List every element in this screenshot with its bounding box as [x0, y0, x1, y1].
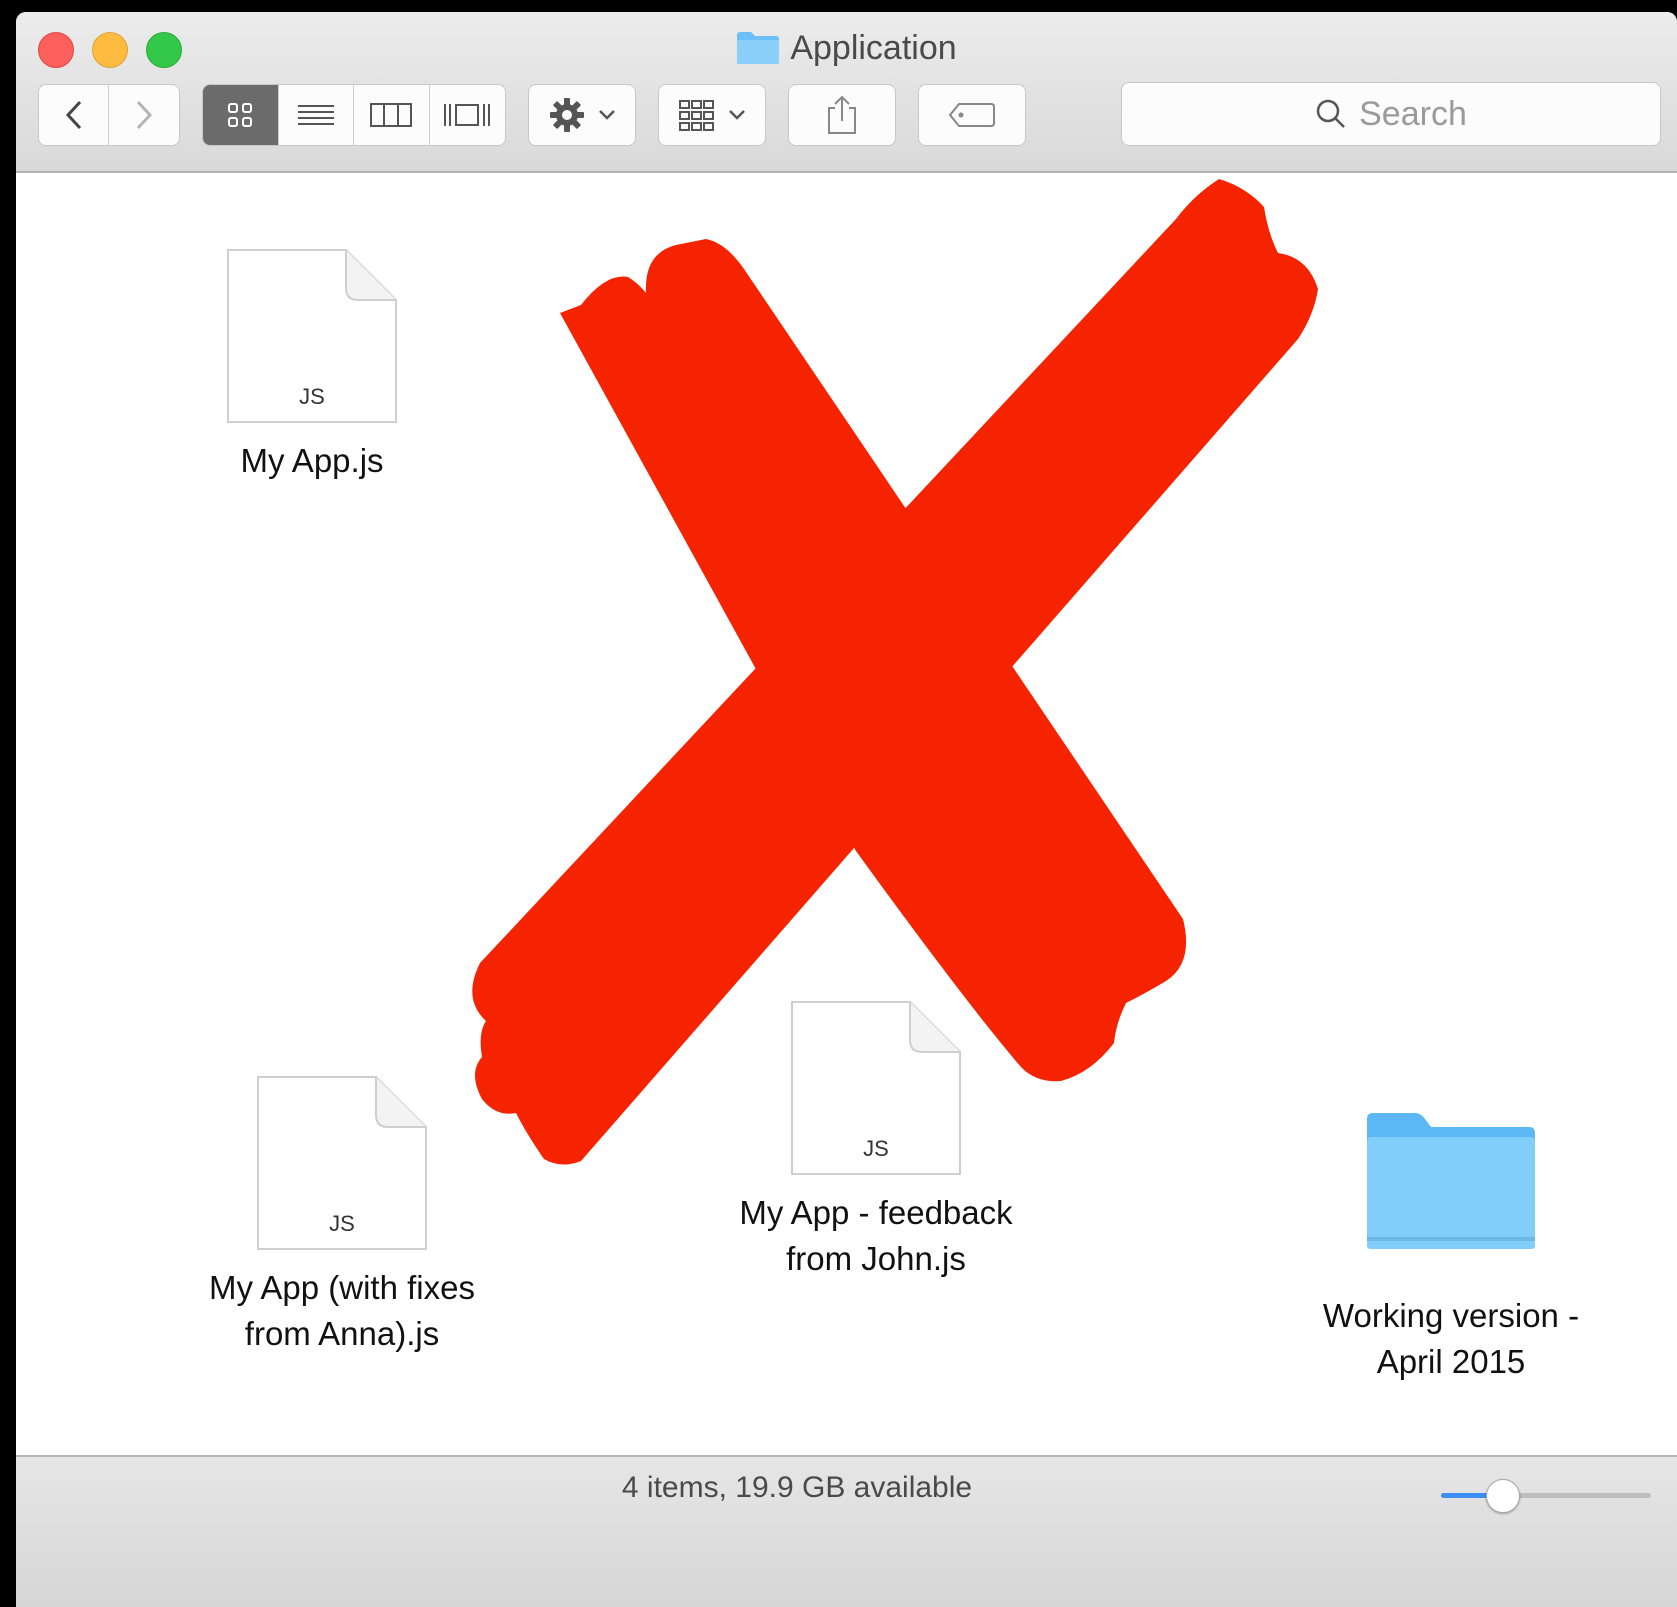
back-button[interactable] [39, 85, 109, 145]
file-name: My App - feedback from John.js [739, 1194, 1013, 1277]
file-item[interactable]: JS My App (with fixes from Anna).js [172, 1075, 512, 1357]
file-item[interactable]: JS My App - feedback from John.js [706, 1000, 1046, 1282]
nav-buttons [38, 84, 180, 146]
view-mode-control [202, 84, 506, 146]
list-icon [297, 105, 334, 125]
columns-icon [370, 103, 413, 127]
finder-window: Application Search JS My App.js JS My Ap… [16, 12, 1677, 1607]
file-name: My App.js [240, 442, 384, 479]
search-icon [1316, 99, 1346, 128]
action-menu-button[interactable] [528, 84, 636, 146]
file-extension-label: JS [863, 1136, 889, 1161]
tag-icon [948, 103, 995, 127]
share-button[interactable] [788, 84, 896, 146]
folder-icon [737, 32, 780, 64]
folder-item[interactable]: Working version - April 2015 [1301, 1111, 1601, 1385]
chevron-down-icon [729, 110, 745, 120]
folder-name: Working version - April 2015 [1322, 1297, 1580, 1380]
cover-flow-button[interactable] [430, 85, 506, 145]
icon-size-slider[interactable] [1441, 1479, 1651, 1513]
column-view-button[interactable] [354, 85, 430, 145]
toolbar: Application Search [16, 12, 1677, 173]
arrange-menu-button[interactable] [658, 84, 766, 146]
status-bar: 4 items, 19.9 GB available [16, 1455, 1677, 1607]
cover-flow-icon [444, 104, 491, 126]
slider-thumb[interactable] [1485, 1479, 1520, 1513]
chevron-down-icon [599, 110, 615, 120]
search-placeholder: Search [1359, 94, 1467, 133]
list-view-button[interactable] [279, 85, 354, 145]
file-area: JS My App.js JS My App (with fixes from … [16, 173, 1677, 1455]
js-file-icon: JS [790, 1000, 962, 1176]
chevron-right-icon [136, 100, 153, 130]
gear-icon [550, 98, 584, 132]
forward-button[interactable] [109, 85, 179, 145]
status-text: 4 items, 19.9 GB available [621, 1471, 973, 1504]
file-extension-label: JS [299, 384, 325, 409]
search-input[interactable]: Search [1121, 82, 1661, 146]
share-icon [828, 95, 856, 134]
file-item[interactable]: JS My App.js [192, 248, 432, 484]
window-title-text: Application [790, 29, 957, 67]
chevron-left-icon [65, 100, 81, 130]
folder-icon [1367, 1113, 1535, 1249]
tags-button[interactable] [918, 84, 1026, 146]
grid-icon [228, 103, 253, 127]
arrange-icon [679, 100, 714, 131]
js-file-icon: JS [256, 1075, 428, 1251]
file-extension-label: JS [329, 1211, 355, 1236]
js-file-icon: JS [226, 248, 398, 424]
file-name: My App (with fixes from Anna).js [209, 1269, 475, 1352]
window-title: Application [16, 26, 1677, 70]
icon-view-button[interactable] [203, 85, 279, 145]
